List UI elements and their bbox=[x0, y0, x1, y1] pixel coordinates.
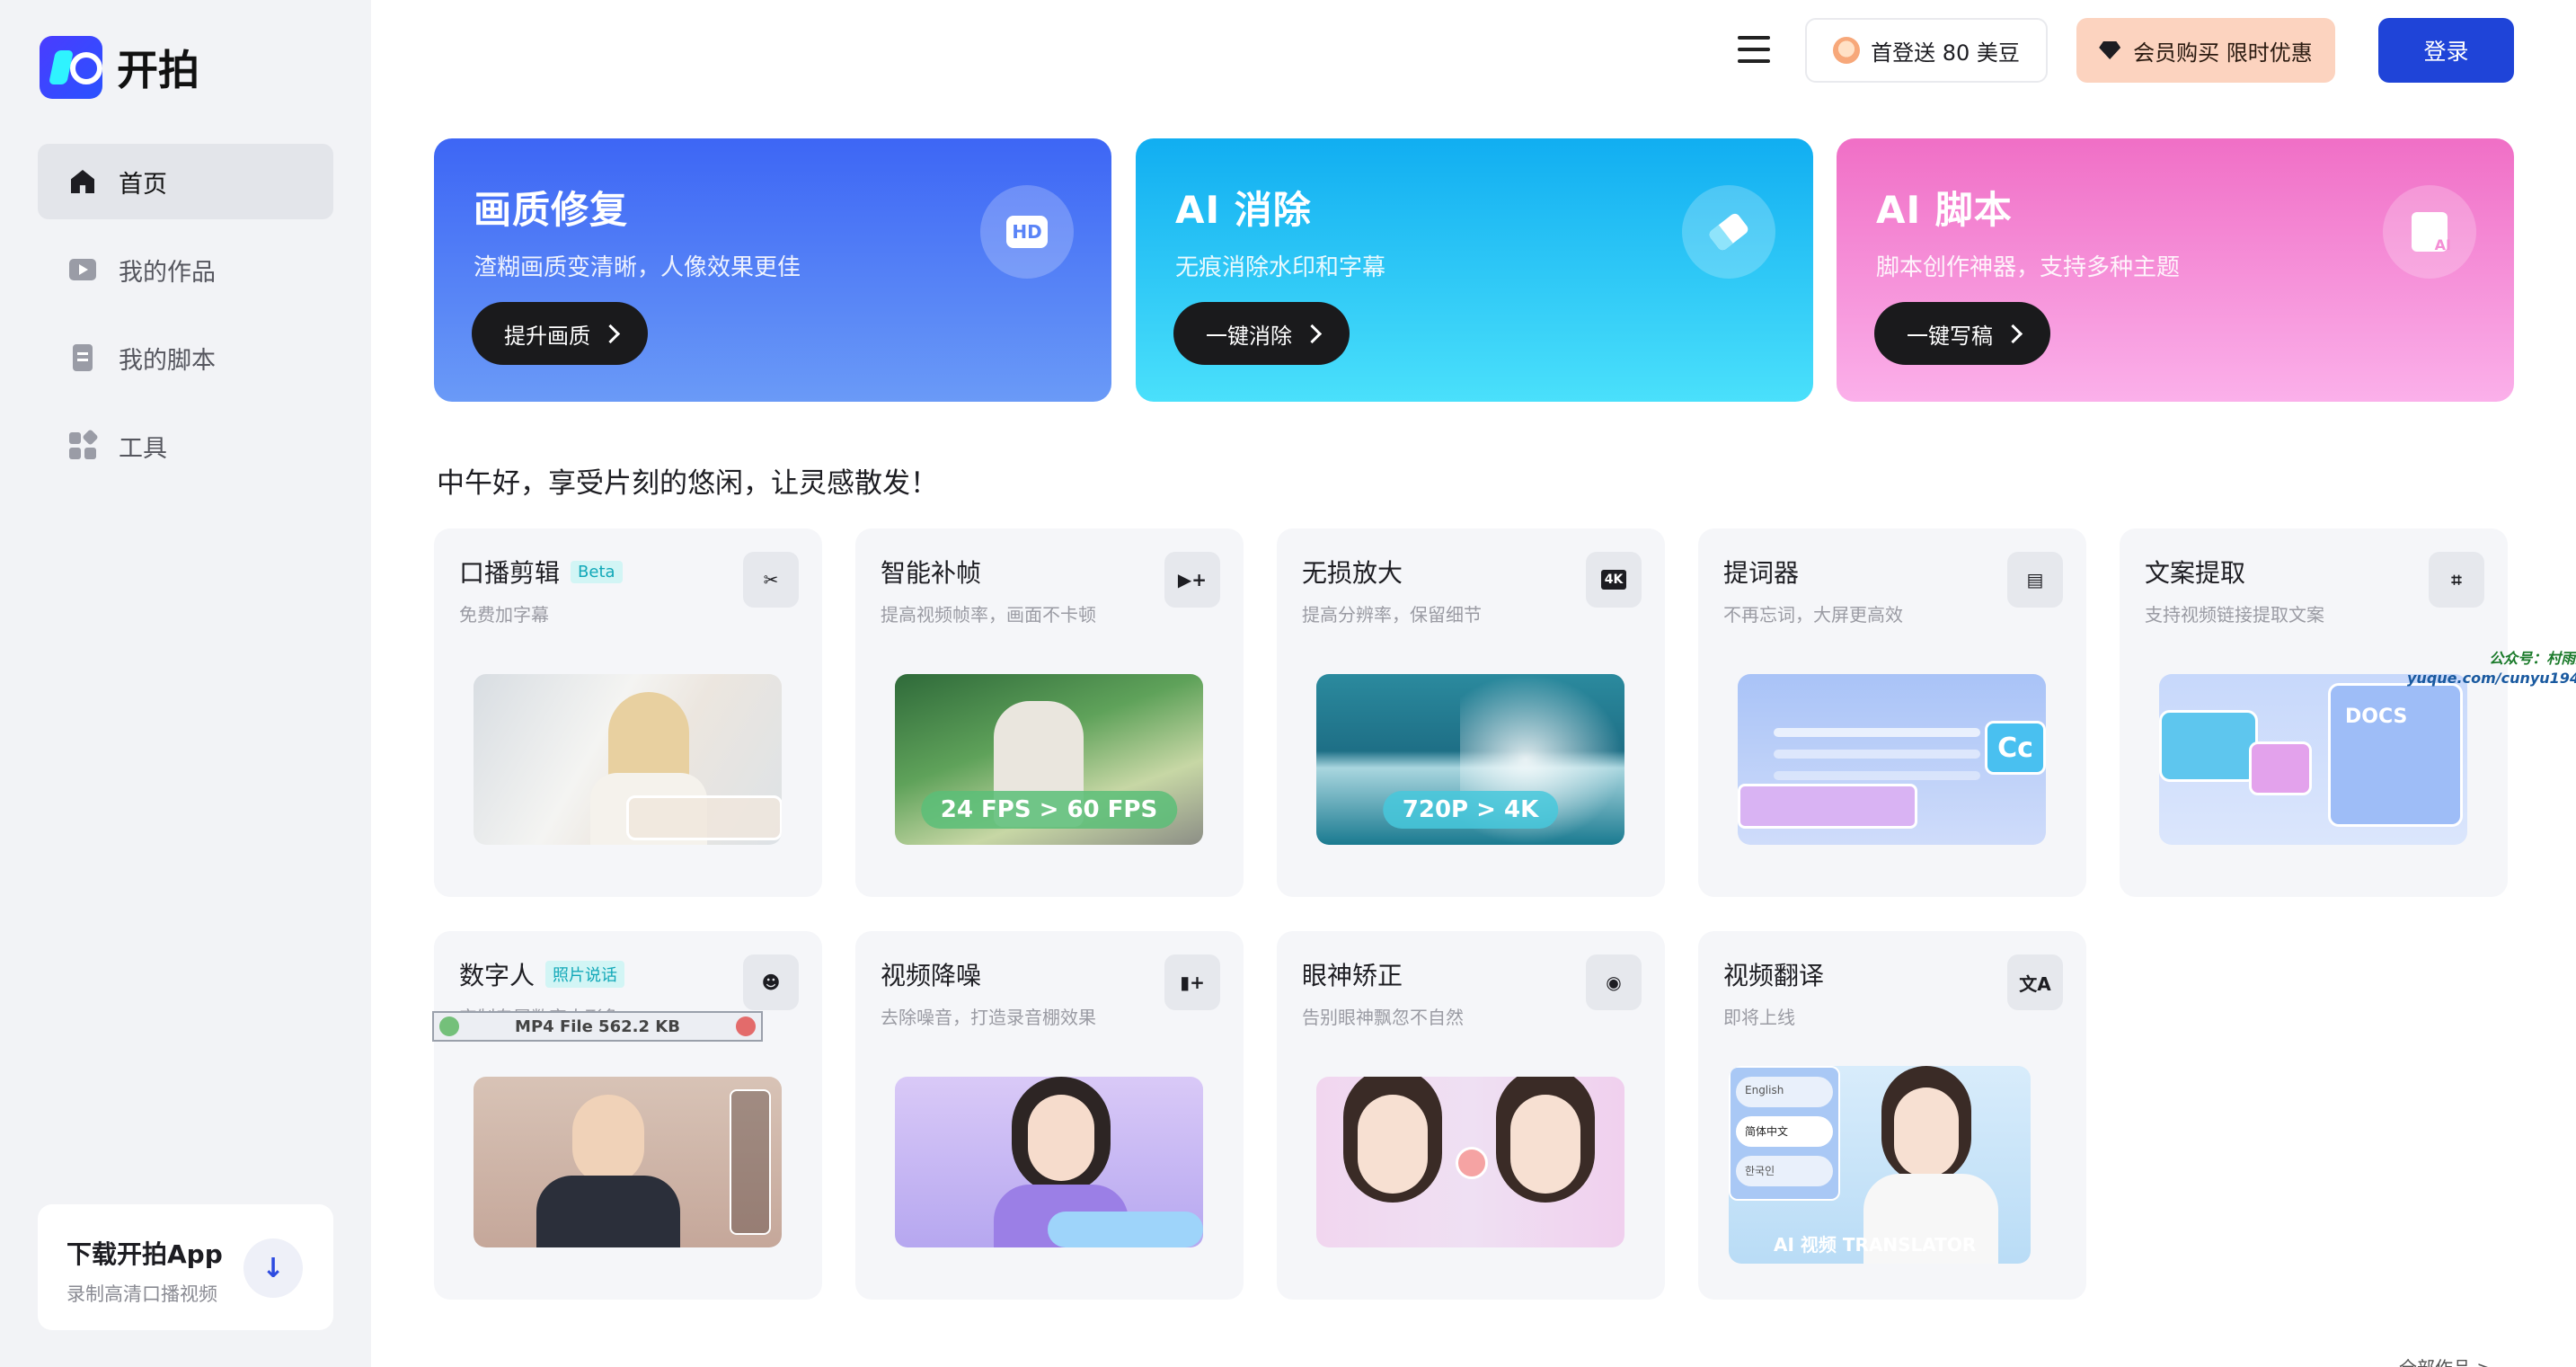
language-option-chinese: 简体中文 bbox=[1736, 1116, 1833, 1147]
cc-badge: Cc bbox=[1985, 721, 2046, 775]
enhance-quality-button[interactable]: 提升画质 bbox=[472, 302, 648, 365]
sidebar-item-label: 我的作品 bbox=[119, 258, 216, 287]
watermark-line2: yuque.com/cunyu1943 bbox=[2407, 670, 2576, 687]
tool-card-video-denoise[interactable]: 视频降噪 去除噪音，打造录音棚效果 ▮+ bbox=[855, 931, 1244, 1300]
video-icon bbox=[68, 255, 97, 284]
document-icon bbox=[68, 343, 97, 372]
banner-quality-repair[interactable]: 画质修复 渣糊画质变清晰，人像效果更佳 提升画质 HD bbox=[434, 138, 1111, 402]
denoise-preview-image bbox=[895, 1077, 1203, 1247]
first-login-bonus-button[interactable]: 首登送 80 美豆 bbox=[1805, 18, 2048, 83]
tool-title: 数字人 bbox=[459, 961, 536, 990]
language-option-korean: 한국인 bbox=[1736, 1156, 1833, 1186]
frame-interpolation-preview-image: 24 FPS > 60 FPS bbox=[895, 674, 1203, 845]
4k-icon: 4K bbox=[1586, 552, 1642, 608]
sidebar-item-home[interactable]: 首页 bbox=[38, 144, 333, 219]
translate-preview-image: English 简体中文 한국인 AI 视频 TRANSLATOR bbox=[1729, 1066, 2031, 1264]
vip-purchase-button[interactable]: 会员购买 限时优惠 bbox=[2076, 18, 2335, 83]
tool-card-eye-correction[interactable]: 眼神矫正 告别眼神飘忽不自然 ◉ bbox=[1277, 931, 1665, 1300]
translate-icon: 文A bbox=[2007, 954, 2063, 1010]
talk-edit-preview-image bbox=[474, 674, 782, 845]
tool-card-video-translate[interactable]: 视频翻译 即将上线 文A English 简体中文 한국인 AI 视频 TRAN… bbox=[1698, 931, 2086, 1300]
banner-ai-remove[interactable]: AI 消除 无痕消除水印和字幕 一键消除 bbox=[1136, 138, 1813, 402]
resolution-badge: 720P > 4K bbox=[1382, 791, 1559, 829]
scissors-icon: ✂ bbox=[743, 552, 799, 608]
watermark-line1: 公众号：村雨遥 bbox=[2489, 650, 2576, 667]
tool-title: 提词器 bbox=[1723, 558, 1800, 588]
sidebar: 开拍 首页 我的作品 我的脚本 工具 下载开拍App 录制高清口播视频 ↓ bbox=[0, 0, 371, 1367]
watermark: 公众号：村雨遥 yuque.com/cunyu1943 bbox=[2407, 649, 2576, 688]
sidebar-item-my-scripts[interactable]: 我的脚本 bbox=[38, 320, 333, 395]
4k-icon-label: 4K bbox=[1600, 570, 1627, 590]
sidebar-item-tools[interactable]: 工具 bbox=[38, 408, 333, 484]
bonus-label: 首登送 80 美豆 bbox=[1871, 40, 2020, 66]
greeting-text: 中午好，享受片刻的悠闲，让灵感散发！ bbox=[437, 467, 938, 500]
eye-correction-preview-image bbox=[1316, 1077, 1624, 1247]
tool-card-frame-interpolation[interactable]: 智能补帧 提高视频帧率，画面不卡顿 ▶+ 24 FPS > 60 FPS bbox=[855, 528, 1244, 897]
photo-talk-tag: 照片说话 bbox=[545, 961, 625, 988]
menu-icon[interactable] bbox=[1738, 36, 1770, 63]
language-option-english: English bbox=[1736, 1077, 1833, 1107]
tool-card-talk-edit[interactable]: 口播剪辑 Beta 免费加字幕 ✂ bbox=[434, 528, 822, 897]
diamond-icon bbox=[2099, 41, 2121, 59]
vip-label: 会员购买 限时优惠 bbox=[2133, 40, 2313, 66]
tool-title: 眼神矫正 bbox=[1302, 961, 1403, 990]
teleprompter-icon: ▤ bbox=[2007, 552, 2063, 608]
eye-icon: ◉ bbox=[1586, 954, 1642, 1010]
docs-badge: DOCS bbox=[2328, 683, 2463, 827]
eraser-icon bbox=[1682, 185, 1775, 279]
teleprompter-preview-image: Cc bbox=[1738, 674, 2046, 845]
tool-title: 口播剪辑 bbox=[459, 558, 561, 588]
logo-icon bbox=[40, 36, 102, 99]
tool-card-teleprompter[interactable]: 提词器 不再忘词，大屏更高效 ▤ Cc bbox=[1698, 528, 2086, 897]
tool-title: 无损放大 bbox=[1302, 558, 1403, 588]
banner-ai-script[interactable]: AI 脚本 脚本创作神器，支持多种主题 一键写稿 bbox=[1837, 138, 2514, 402]
download-app-card[interactable]: 下载开拍App 录制高清口播视频 ↓ bbox=[38, 1204, 333, 1330]
denoise-icon: ▮+ bbox=[1164, 954, 1220, 1010]
tools-icon bbox=[68, 431, 97, 460]
sidebar-item-label: 我的脚本 bbox=[119, 346, 216, 375]
tool-card-lossless-upscale[interactable]: 无损放大 提高分辨率，保留细节 4K 720P > 4K bbox=[1277, 528, 1665, 897]
video-plus-icon: ▶+ bbox=[1164, 552, 1220, 608]
close-icon[interactable] bbox=[736, 1016, 756, 1036]
tool-card-digital-human[interactable]: 数字人照片说话 定制专属数字人形象 ☻ bbox=[434, 931, 822, 1300]
text-extract-icon: ⌗ bbox=[2429, 552, 2484, 608]
hd-icon-label: HD bbox=[1006, 216, 1048, 248]
tool-card-text-extract[interactable]: 文案提取 支持视频链接提取文案 ⌗ DOCS bbox=[2120, 528, 2508, 897]
fps-badge: 24 FPS > 60 FPS bbox=[920, 791, 1178, 829]
sidebar-item-label: 首页 bbox=[119, 170, 167, 199]
hd-icon: HD bbox=[980, 185, 1074, 279]
sidebar-item-my-works[interactable]: 我的作品 bbox=[38, 232, 333, 307]
bean-icon bbox=[1833, 37, 1861, 64]
sidebar-nav: 首页 我的作品 我的脚本 工具 bbox=[38, 144, 333, 496]
tool-title: 视频翻译 bbox=[1723, 961, 1825, 990]
home-icon bbox=[68, 167, 97, 196]
translator-badge: AI 视频 TRANSLATOR bbox=[1774, 1234, 1977, 1256]
tool-title: 视频降噪 bbox=[881, 961, 982, 990]
one-click-write-button[interactable]: 一键写稿 bbox=[1874, 302, 2050, 365]
login-button[interactable]: 登录 bbox=[2378, 18, 2514, 83]
digital-human-icon: ☻ bbox=[743, 954, 799, 1010]
ai-script-icon bbox=[2383, 185, 2476, 279]
app-name: 开拍 bbox=[117, 46, 199, 94]
digital-human-preview-image bbox=[474, 1077, 782, 1247]
file-download-bar[interactable]: MP4 File 562.2 KB bbox=[432, 1011, 763, 1042]
beta-tag: Beta bbox=[571, 560, 623, 583]
all-works-link[interactable]: 全部作品 > bbox=[2399, 1354, 2492, 1367]
one-click-remove-button[interactable]: 一键消除 bbox=[1173, 302, 1350, 365]
app-logo[interactable]: 开拍 bbox=[40, 36, 199, 99]
sidebar-item-label: 工具 bbox=[119, 434, 167, 463]
file-ok-icon bbox=[439, 1016, 459, 1036]
tool-title: 文案提取 bbox=[2145, 558, 2246, 588]
upscale-preview-image: 720P > 4K bbox=[1316, 674, 1624, 845]
tool-title: 智能补帧 bbox=[881, 558, 982, 588]
text-extract-preview-image: DOCS bbox=[2159, 674, 2467, 845]
download-arrow-icon[interactable]: ↓ bbox=[243, 1238, 303, 1298]
file-label: MP4 File 562.2 KB bbox=[515, 1016, 680, 1036]
